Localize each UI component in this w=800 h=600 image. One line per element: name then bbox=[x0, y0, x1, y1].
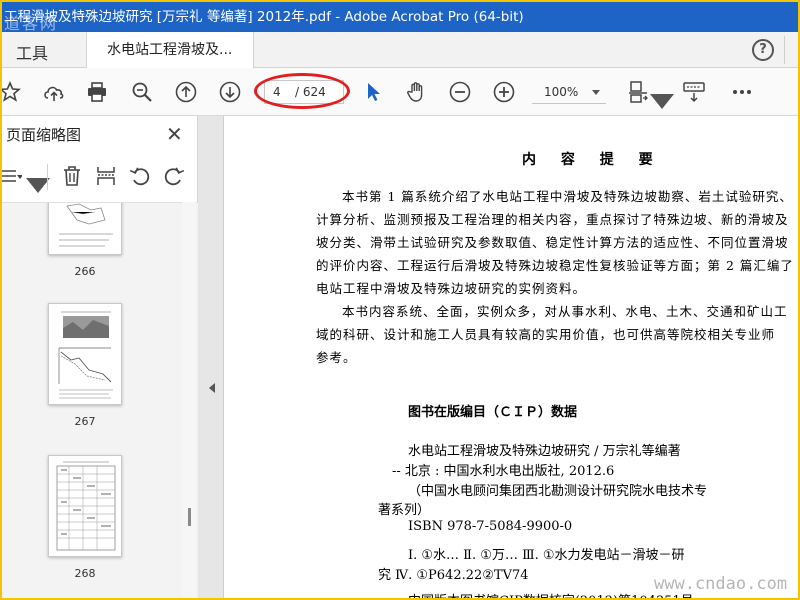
watermark-top: 道客网 bbox=[4, 14, 59, 33]
thumbnail-page-number: 267 bbox=[74, 415, 96, 428]
page-thumbnail[interactable] bbox=[48, 455, 122, 557]
page-fit-icon[interactable] bbox=[626, 80, 650, 104]
window-title: 工程滑坡及特殊边坡研究 [万宗礼 等编著] 2012年.pdf - Adobe … bbox=[4, 9, 524, 25]
cip-title: 图书在版编目（ＣＩＰ）数据 bbox=[408, 405, 578, 420]
thumbnail-page-number: 266 bbox=[74, 265, 96, 278]
tab-bar: 工具 水电站工程滑坡及... ? bbox=[2, 32, 798, 68]
select-cursor-icon[interactable] bbox=[362, 80, 386, 104]
collapse-arrow-icon[interactable] bbox=[209, 383, 215, 393]
thumbnail-options-icon[interactable] bbox=[2, 164, 22, 188]
thumbnail-list: 266 267 268 bbox=[2, 202, 198, 598]
zoom-in-icon[interactable] bbox=[492, 80, 516, 104]
paragraph-line: 电站工程中滑坡及特殊边坡研究的实例资料。 bbox=[316, 281, 587, 296]
keyboard-scroll-icon[interactable] bbox=[682, 80, 706, 104]
paragraph-line: 参考。 bbox=[316, 350, 357, 365]
cip-line: 究 Ⅳ. ①P642.22②TV74 bbox=[378, 568, 529, 583]
previous-page-icon[interactable] bbox=[174, 80, 198, 104]
thumbnail-scrollbar[interactable] bbox=[182, 202, 196, 598]
options-caret-icon[interactable] bbox=[26, 172, 50, 193]
tab-tools[interactable]: 工具 bbox=[16, 40, 48, 64]
paragraph-line: 本书内容系统、全面，实例众多，对从事水利、水电、土木、交通和矿山工 bbox=[342, 304, 788, 319]
pane-tools-divider bbox=[47, 164, 48, 190]
paragraph-line: 本书第 1 篇系统介绍了水电站工程中滑坡及特殊边坡勘察、岩土试验研究、 bbox=[342, 189, 793, 204]
cip-line: （中国水电顾问集团西北勘测设计研究院水电技术专 bbox=[408, 484, 708, 499]
zoom-search-icon[interactable] bbox=[130, 80, 154, 104]
document-heading: 内 容 提 要 bbox=[522, 152, 663, 168]
close-icon[interactable]: ✕ bbox=[166, 122, 183, 146]
help-icon[interactable]: ? bbox=[752, 39, 774, 61]
title-bar: 工程滑坡及特殊边坡研究 [万宗礼 等编著] 2012年.pdf - Adobe … bbox=[2, 2, 798, 32]
rotate-right-icon[interactable] bbox=[162, 164, 186, 188]
delete-trash-icon[interactable] bbox=[60, 164, 84, 188]
scrollbar-thumb[interactable] bbox=[188, 508, 191, 526]
cip-line: 中国版本图书馆CIP数据核字(2012)第104351号 bbox=[408, 590, 694, 598]
zoom-out-icon[interactable] bbox=[448, 80, 472, 104]
cloud-upload-icon[interactable] bbox=[42, 80, 66, 104]
paragraph-line: 域的科研、设计和施工人员具有较高的实用价值，也可供高等院校相关专业师 bbox=[316, 327, 776, 342]
zoom-dropdown-caret-icon[interactable] bbox=[592, 90, 600, 95]
print-icon[interactable] bbox=[85, 80, 109, 104]
cip-line: 水电站工程滑坡及特殊边坡研究 / 万宗礼等编著 bbox=[408, 444, 681, 459]
paragraph-line: 的评价内容、工程运行后滑坡及特殊边坡稳定性复核验证等方面；第 2 篇汇编了 bbox=[316, 258, 794, 273]
cip-line: ISBN 978-7-5084-9900-0 bbox=[408, 519, 573, 534]
highlight-oval bbox=[254, 73, 350, 109]
tabbar-divider bbox=[784, 36, 785, 64]
page-thumbnail[interactable] bbox=[48, 303, 122, 405]
toolbar: 4 / 624 100% bbox=[2, 68, 798, 116]
pane-splitter[interactable] bbox=[198, 116, 224, 598]
paragraph-line: 计算分析、监测预报及工程治理的相关内容，重点探讨了特殊边坡、新的滑坡及 bbox=[316, 212, 789, 227]
pane-title: 页面缩略图 bbox=[6, 126, 82, 144]
app-window: 工程滑坡及特殊边坡研究 [万宗礼 等编著] 2012年.pdf - Adobe … bbox=[0, 0, 800, 600]
cip-line: Ⅰ. ①水… Ⅱ. ①万… Ⅲ. ①水力发电站－滑坡－研 bbox=[408, 548, 685, 563]
thumbnail-page-number: 268 bbox=[74, 567, 96, 580]
page-fit-caret-icon[interactable] bbox=[650, 88, 674, 109]
paragraph-line: 坡分类、滑带土试验研究及参数取值、稳定性计算方法的适应性、不同位置滑坡 bbox=[316, 235, 789, 250]
hand-tool-icon[interactable] bbox=[404, 80, 428, 104]
document-view: 内 容 提 要 本书第 1 篇系统介绍了水电站工程中滑坡及特殊边坡勘察、岩土试验… bbox=[224, 116, 798, 598]
next-page-icon[interactable] bbox=[218, 80, 242, 104]
bookmark-star-icon[interactable] bbox=[2, 80, 22, 104]
extract-pages-icon[interactable] bbox=[94, 164, 118, 188]
cip-line: 著系列） bbox=[378, 503, 431, 518]
page-thumbnail[interactable] bbox=[48, 203, 122, 255]
watermark-bottom: www.cndao.com bbox=[654, 574, 788, 594]
thumbnail-pane: 页面缩略图 ✕ 266 267 268 bbox=[2, 116, 198, 598]
more-tools-icon[interactable] bbox=[730, 80, 754, 104]
thumbnail-toolbar bbox=[2, 160, 198, 193]
tab-document[interactable]: 水电站工程滑坡及... bbox=[86, 32, 254, 68]
rotate-left-icon[interactable] bbox=[128, 164, 152, 188]
cip-line: -- 北京 : 中国水利水电出版社, 2012.6 bbox=[392, 464, 615, 479]
